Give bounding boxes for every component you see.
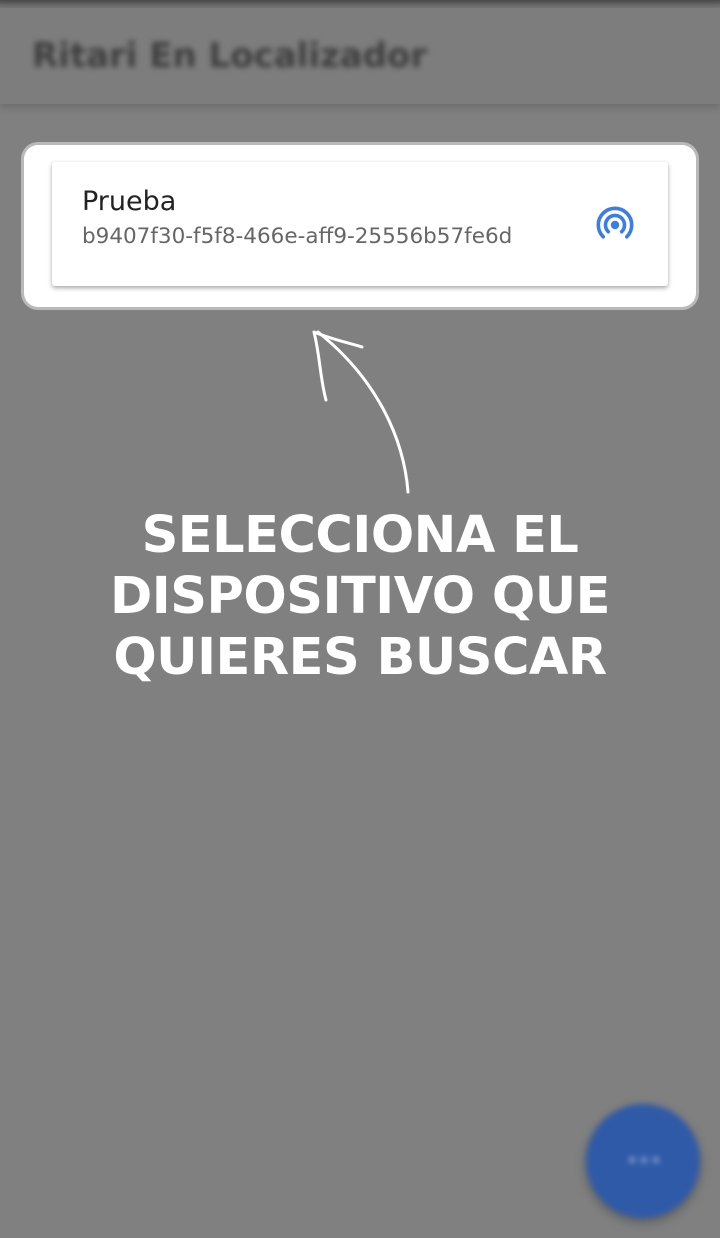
instruction-line-1: SELECCIONA EL	[141, 506, 579, 565]
more-icon	[628, 1156, 660, 1164]
app-bar: Ritari En Localizador	[0, 8, 720, 104]
instruction-line-3: QUIERES BUSCAR	[113, 628, 607, 687]
floating-action-button[interactable]	[586, 1104, 700, 1218]
signal-broadcast-icon	[596, 206, 634, 239]
device-uuid: b9407f30-f5f8-466e-aff9-25556b57fe6d	[82, 224, 513, 249]
tutorial-instruction: SELECCIONA EL DISPOSITIVO QUE QUIERES BU…	[40, 505, 680, 688]
status-bar	[0, 0, 720, 8]
instruction-line-2: DISPOSITIVO QUE	[109, 567, 611, 626]
app-bar-title: Ritari En Localizador	[32, 36, 428, 76]
device-list-item[interactable]: Prueba b9407f30-f5f8-466e-aff9-25556b57f…	[52, 162, 668, 286]
curved-arrow-icon	[312, 330, 410, 494]
device-name: Prueba	[82, 186, 177, 217]
